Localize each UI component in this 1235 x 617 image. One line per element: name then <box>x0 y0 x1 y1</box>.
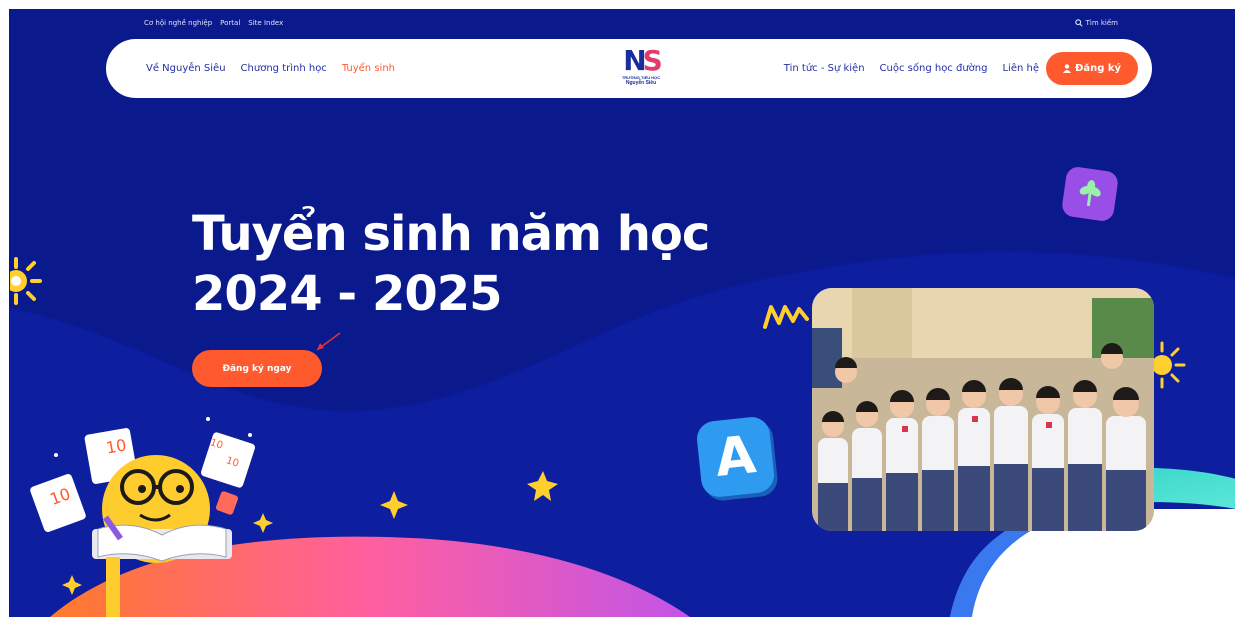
nav-item-about[interactable]: Về Nguyễn Siêu <box>146 63 226 74</box>
search-icon <box>1074 19 1083 27</box>
paper-mark-2: 10 <box>104 435 128 458</box>
search-label: Tìm kiếm <box>1085 19 1118 27</box>
letter-a-tile: A <box>695 415 776 499</box>
nav-item-news[interactable]: Tin tức - Sự kiện <box>784 63 865 74</box>
career-link[interactable]: Cơ hội nghề nghiệp <box>144 19 212 27</box>
utility-bar: Cơ hội nghề nghiệp Portal Site Index <box>144 19 283 27</box>
hero-title: Tuyển sinh năm học 2024 - 2025 <box>192 204 752 324</box>
register-button[interactable]: Đăng ký <box>1046 52 1138 85</box>
nav-item-contact[interactable]: Liên hệ <box>1002 63 1039 74</box>
nav-item-admissions[interactable]: Tuyển sinh <box>342 63 395 74</box>
logo-name: Nguyễn Siêu <box>625 80 657 86</box>
user-icon <box>1062 64 1071 73</box>
page-viewport: 10 10 10 10 Cơ hội nghề nghiệp Portal Si… <box>9 9 1235 617</box>
search-button[interactable]: Tìm kiếm <box>1074 19 1118 27</box>
school-logo[interactable]: NS TRƯỜNG TIỂU HỌC Nguyễn Siêu <box>614 47 668 93</box>
nav-right-group: Tin tức - Sự kiện Cuộc sống học đường Li… <box>784 63 1039 74</box>
register-now-button[interactable]: Đăng ký ngay <box>192 350 322 387</box>
hero-title-line1: Tuyển sinh năm học <box>192 206 710 262</box>
register-label: Đăng ký <box>1074 63 1122 74</box>
hero-title-line2: 2024 - 2025 <box>192 266 503 322</box>
logo-mark: NS <box>623 44 663 77</box>
students-photo <box>812 288 1154 531</box>
nav-left-group: Về Nguyễn Siêu Chương trình học Tuyển si… <box>146 63 395 74</box>
site-index-link[interactable]: Site Index <box>248 19 283 27</box>
plant-icon <box>1060 165 1120 223</box>
nav-item-curriculum[interactable]: Chương trình học <box>241 63 327 74</box>
portal-link[interactable]: Portal <box>220 19 240 27</box>
nav-item-school-life[interactable]: Cuộc sống học đường <box>880 63 988 74</box>
main-nav: Về Nguyễn Siêu Chương trình học Tuyển si… <box>106 39 1152 98</box>
